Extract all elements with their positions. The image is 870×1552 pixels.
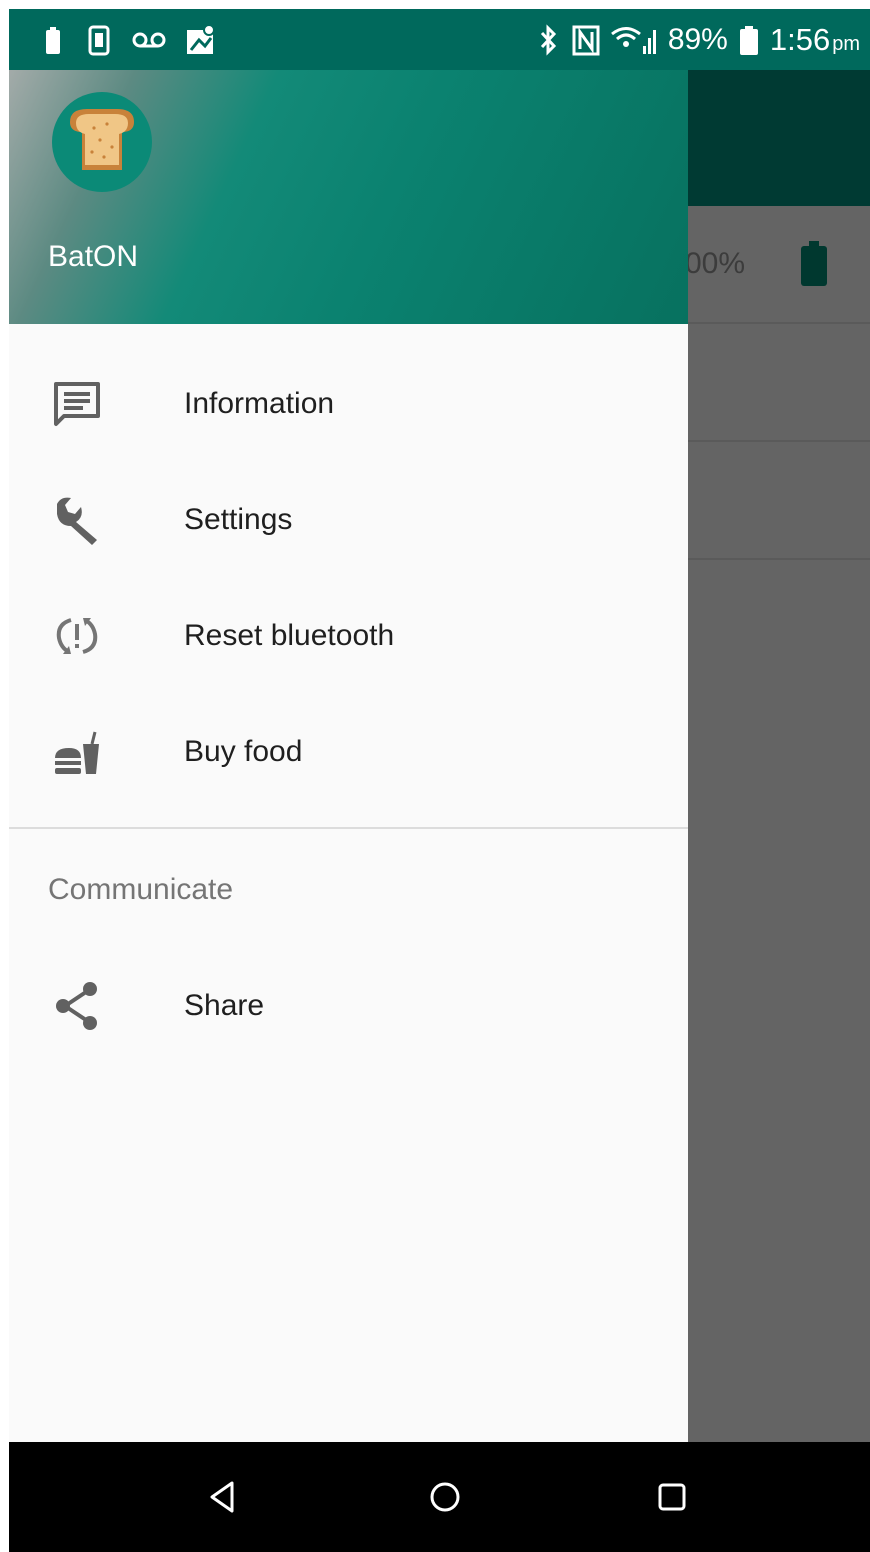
- app-name: BatON: [48, 240, 139, 273]
- share-icon: [49, 978, 105, 1034]
- battery-icon: [739, 25, 758, 55]
- bluetooth-icon: [540, 23, 556, 56]
- back-icon[interactable]: [202, 1477, 242, 1517]
- battery-percent: 89%: [667, 22, 728, 56]
- background-battery-text: 00%: [685, 247, 746, 280]
- refresh-alert-icon: [49, 608, 105, 664]
- avatar[interactable]: [52, 92, 152, 192]
- navigation-bar: [9, 1442, 870, 1552]
- status-bar: 89% 1:56 pm: [9, 9, 870, 70]
- clock: 1:56 pm: [770, 22, 860, 58]
- food-icon: [49, 724, 105, 780]
- recents-icon[interactable]: [652, 1477, 692, 1517]
- menu-item-share[interactable]: Share: [9, 948, 688, 1064]
- map-icon: [187, 23, 215, 54]
- status-bar-right: 89% 1:56 pm: [534, 9, 860, 70]
- section-title: Communicate: [48, 873, 234, 906]
- status-bar-left: [39, 9, 217, 70]
- battery-saver-icon: [46, 26, 60, 54]
- screen: 89% 1:56 pm 00% BatON Information Settin…: [9, 9, 870, 1552]
- menu-item-buy-food[interactable]: Buy food: [9, 694, 688, 810]
- phone-display-icon: [88, 25, 110, 55]
- toast-icon: [70, 109, 134, 170]
- background-battery-icon: [801, 241, 827, 286]
- nfc-icon: [572, 25, 600, 55]
- menu-item-reset-bluetooth[interactable]: Reset bluetooth: [9, 578, 688, 694]
- menu-item-label: Information: [184, 387, 335, 420]
- menu-item-label: Settings: [184, 503, 293, 536]
- wifi-signal-icon: [610, 26, 656, 54]
- wrench-icon: [49, 492, 105, 548]
- voicemail-icon: [132, 32, 166, 47]
- clock-time: 1:56: [769, 21, 831, 57]
- drawer-header: BatON: [9, 70, 688, 324]
- navigation-drawer: BatON Information Settings Reset bluetoo…: [9, 70, 688, 1442]
- home-icon[interactable]: [425, 1477, 465, 1517]
- menu-item-information[interactable]: Information: [9, 346, 688, 462]
- menu-divider: [9, 827, 688, 829]
- menu-item-label: Buy food: [184, 735, 303, 768]
- message-icon: [49, 376, 105, 432]
- clock-suffix: pm: [832, 32, 860, 55]
- menu-item-label: Reset bluetooth: [184, 619, 395, 652]
- menu-item-settings[interactable]: Settings: [9, 462, 688, 578]
- menu-item-label: Share: [184, 989, 265, 1022]
